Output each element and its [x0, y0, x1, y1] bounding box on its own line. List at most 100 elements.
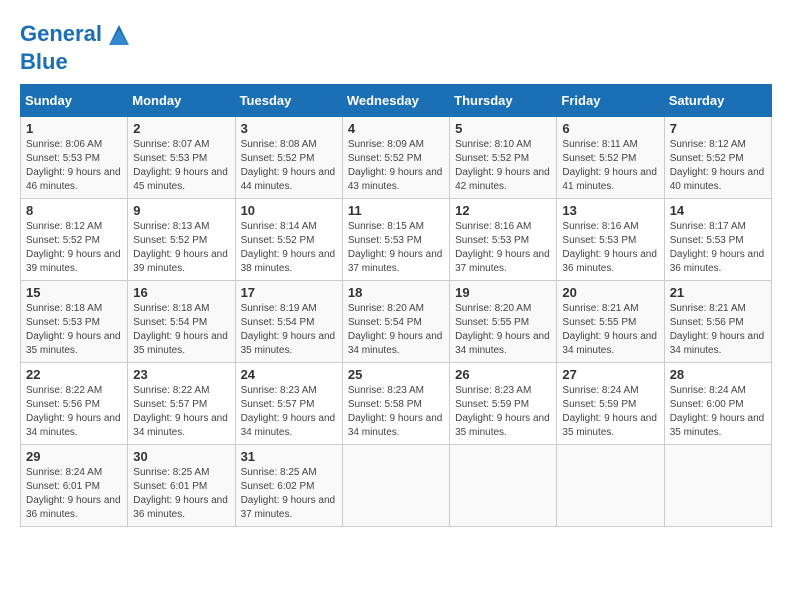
day-detail: Sunrise: 8:13 AM Sunset: 5:52 PM Dayligh… — [133, 220, 229, 276]
day-detail: Sunrise: 8:23 AM Sunset: 5:59 PM Dayligh… — [455, 384, 551, 440]
day-number: 14 — [670, 203, 766, 218]
day-number: 13 — [562, 203, 658, 218]
day-cell-30: 30 Sunrise: 8:25 AM Sunset: 6:01 PM Dayl… — [128, 445, 235, 527]
day-number: 23 — [133, 367, 229, 382]
day-cell-29: 29 Sunrise: 8:24 AM Sunset: 6:01 PM Dayl… — [21, 445, 128, 527]
day-detail: Sunrise: 8:19 AM Sunset: 5:54 PM Dayligh… — [241, 302, 337, 358]
day-number: 18 — [348, 285, 444, 300]
day-cell-12: 12 Sunrise: 8:16 AM Sunset: 5:53 PM Dayl… — [450, 199, 557, 281]
day-number: 29 — [26, 449, 122, 464]
header-wednesday: Wednesday — [342, 85, 449, 117]
day-number: 3 — [241, 121, 337, 136]
day-detail: Sunrise: 8:24 AM Sunset: 6:00 PM Dayligh… — [670, 384, 766, 440]
day-number: 1 — [26, 121, 122, 136]
day-detail: Sunrise: 8:21 AM Sunset: 5:56 PM Dayligh… — [670, 302, 766, 358]
day-cell-8: 8 Sunrise: 8:12 AM Sunset: 5:52 PM Dayli… — [21, 199, 128, 281]
calendar-table: SundayMondayTuesdayWednesdayThursdayFrid… — [20, 84, 772, 527]
day-number: 17 — [241, 285, 337, 300]
day-number: 4 — [348, 121, 444, 136]
day-cell-9: 9 Sunrise: 8:13 AM Sunset: 5:52 PM Dayli… — [128, 199, 235, 281]
header-sunday: Sunday — [21, 85, 128, 117]
day-number: 2 — [133, 121, 229, 136]
day-number: 22 — [26, 367, 122, 382]
page-header: General Blue — [20, 20, 772, 74]
day-detail: Sunrise: 8:23 AM Sunset: 5:57 PM Dayligh… — [241, 384, 337, 440]
day-detail: Sunrise: 8:15 AM Sunset: 5:53 PM Dayligh… — [348, 220, 444, 276]
day-number: 26 — [455, 367, 551, 382]
day-detail: Sunrise: 8:16 AM Sunset: 5:53 PM Dayligh… — [455, 220, 551, 276]
day-detail: Sunrise: 8:24 AM Sunset: 5:59 PM Dayligh… — [562, 384, 658, 440]
day-cell-17: 17 Sunrise: 8:19 AM Sunset: 5:54 PM Dayl… — [235, 281, 342, 363]
day-cell-5: 5 Sunrise: 8:10 AM Sunset: 5:52 PM Dayli… — [450, 117, 557, 199]
day-number: 6 — [562, 121, 658, 136]
header-row: SundayMondayTuesdayWednesdayThursdayFrid… — [21, 85, 772, 117]
day-detail: Sunrise: 8:09 AM Sunset: 5:52 PM Dayligh… — [348, 138, 444, 194]
day-number: 16 — [133, 285, 229, 300]
day-cell-2: 2 Sunrise: 8:07 AM Sunset: 5:53 PM Dayli… — [128, 117, 235, 199]
day-number: 28 — [670, 367, 766, 382]
day-cell-14: 14 Sunrise: 8:17 AM Sunset: 5:53 PM Dayl… — [664, 199, 771, 281]
empty-cell — [450, 445, 557, 527]
day-cell-3: 3 Sunrise: 8:08 AM Sunset: 5:52 PM Dayli… — [235, 117, 342, 199]
day-detail: Sunrise: 8:12 AM Sunset: 5:52 PM Dayligh… — [670, 138, 766, 194]
week-row-1: 1 Sunrise: 8:06 AM Sunset: 5:53 PM Dayli… — [21, 117, 772, 199]
day-cell-22: 22 Sunrise: 8:22 AM Sunset: 5:56 PM Dayl… — [21, 363, 128, 445]
week-row-4: 22 Sunrise: 8:22 AM Sunset: 5:56 PM Dayl… — [21, 363, 772, 445]
header-tuesday: Tuesday — [235, 85, 342, 117]
day-detail: Sunrise: 8:12 AM Sunset: 5:52 PM Dayligh… — [26, 220, 122, 276]
day-detail: Sunrise: 8:06 AM Sunset: 5:53 PM Dayligh… — [26, 138, 122, 194]
day-number: 24 — [241, 367, 337, 382]
header-monday: Monday — [128, 85, 235, 117]
logo: General Blue — [20, 20, 134, 74]
day-cell-16: 16 Sunrise: 8:18 AM Sunset: 5:54 PM Dayl… — [128, 281, 235, 363]
day-detail: Sunrise: 8:22 AM Sunset: 5:57 PM Dayligh… — [133, 384, 229, 440]
day-number: 20 — [562, 285, 658, 300]
day-cell-15: 15 Sunrise: 8:18 AM Sunset: 5:53 PM Dayl… — [21, 281, 128, 363]
day-detail: Sunrise: 8:18 AM Sunset: 5:54 PM Dayligh… — [133, 302, 229, 358]
day-cell-24: 24 Sunrise: 8:23 AM Sunset: 5:57 PM Dayl… — [235, 363, 342, 445]
logo-text: General — [20, 20, 134, 50]
day-cell-28: 28 Sunrise: 8:24 AM Sunset: 6:00 PM Dayl… — [664, 363, 771, 445]
day-detail: Sunrise: 8:10 AM Sunset: 5:52 PM Dayligh… — [455, 138, 551, 194]
day-detail: Sunrise: 8:20 AM Sunset: 5:55 PM Dayligh… — [455, 302, 551, 358]
day-number: 30 — [133, 449, 229, 464]
day-cell-13: 13 Sunrise: 8:16 AM Sunset: 5:53 PM Dayl… — [557, 199, 664, 281]
logo-text-blue: Blue — [20, 50, 134, 74]
day-detail: Sunrise: 8:17 AM Sunset: 5:53 PM Dayligh… — [670, 220, 766, 276]
day-cell-10: 10 Sunrise: 8:14 AM Sunset: 5:52 PM Dayl… — [235, 199, 342, 281]
day-number: 9 — [133, 203, 229, 218]
day-number: 12 — [455, 203, 551, 218]
day-cell-31: 31 Sunrise: 8:25 AM Sunset: 6:02 PM Dayl… — [235, 445, 342, 527]
day-cell-1: 1 Sunrise: 8:06 AM Sunset: 5:53 PM Dayli… — [21, 117, 128, 199]
day-detail: Sunrise: 8:25 AM Sunset: 6:02 PM Dayligh… — [241, 466, 337, 522]
day-number: 5 — [455, 121, 551, 136]
day-detail: Sunrise: 8:08 AM Sunset: 5:52 PM Dayligh… — [241, 138, 337, 194]
week-row-5: 29 Sunrise: 8:24 AM Sunset: 6:01 PM Dayl… — [21, 445, 772, 527]
day-detail: Sunrise: 8:24 AM Sunset: 6:01 PM Dayligh… — [26, 466, 122, 522]
day-cell-20: 20 Sunrise: 8:21 AM Sunset: 5:55 PM Dayl… — [557, 281, 664, 363]
header-thursday: Thursday — [450, 85, 557, 117]
day-number: 11 — [348, 203, 444, 218]
day-number: 15 — [26, 285, 122, 300]
day-detail: Sunrise: 8:14 AM Sunset: 5:52 PM Dayligh… — [241, 220, 337, 276]
day-detail: Sunrise: 8:20 AM Sunset: 5:54 PM Dayligh… — [348, 302, 444, 358]
week-row-3: 15 Sunrise: 8:18 AM Sunset: 5:53 PM Dayl… — [21, 281, 772, 363]
logo-icon — [104, 20, 134, 50]
day-cell-23: 23 Sunrise: 8:22 AM Sunset: 5:57 PM Dayl… — [128, 363, 235, 445]
empty-cell — [557, 445, 664, 527]
day-detail: Sunrise: 8:11 AM Sunset: 5:52 PM Dayligh… — [562, 138, 658, 194]
header-saturday: Saturday — [664, 85, 771, 117]
day-cell-19: 19 Sunrise: 8:20 AM Sunset: 5:55 PM Dayl… — [450, 281, 557, 363]
day-cell-21: 21 Sunrise: 8:21 AM Sunset: 5:56 PM Dayl… — [664, 281, 771, 363]
day-number: 19 — [455, 285, 551, 300]
day-number: 7 — [670, 121, 766, 136]
day-cell-26: 26 Sunrise: 8:23 AM Sunset: 5:59 PM Dayl… — [450, 363, 557, 445]
day-number: 31 — [241, 449, 337, 464]
day-cell-6: 6 Sunrise: 8:11 AM Sunset: 5:52 PM Dayli… — [557, 117, 664, 199]
day-detail: Sunrise: 8:07 AM Sunset: 5:53 PM Dayligh… — [133, 138, 229, 194]
day-cell-25: 25 Sunrise: 8:23 AM Sunset: 5:58 PM Dayl… — [342, 363, 449, 445]
day-cell-27: 27 Sunrise: 8:24 AM Sunset: 5:59 PM Dayl… — [557, 363, 664, 445]
day-cell-11: 11 Sunrise: 8:15 AM Sunset: 5:53 PM Dayl… — [342, 199, 449, 281]
day-detail: Sunrise: 8:18 AM Sunset: 5:53 PM Dayligh… — [26, 302, 122, 358]
day-detail: Sunrise: 8:23 AM Sunset: 5:58 PM Dayligh… — [348, 384, 444, 440]
